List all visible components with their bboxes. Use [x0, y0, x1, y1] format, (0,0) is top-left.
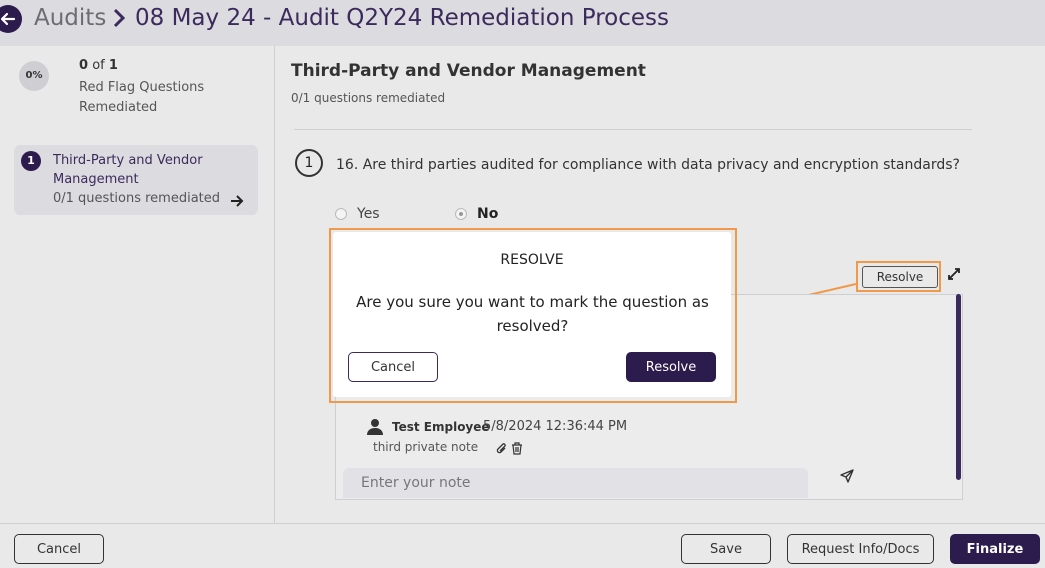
dialog-title: RESOLVE: [500, 252, 564, 268]
dialog-cancel-button[interactable]: Cancel: [348, 352, 438, 382]
dialog-resolve-button[interactable]: Resolve: [626, 352, 716, 382]
dialog-message: Are you sure you want to mark the questi…: [356, 293, 709, 335]
